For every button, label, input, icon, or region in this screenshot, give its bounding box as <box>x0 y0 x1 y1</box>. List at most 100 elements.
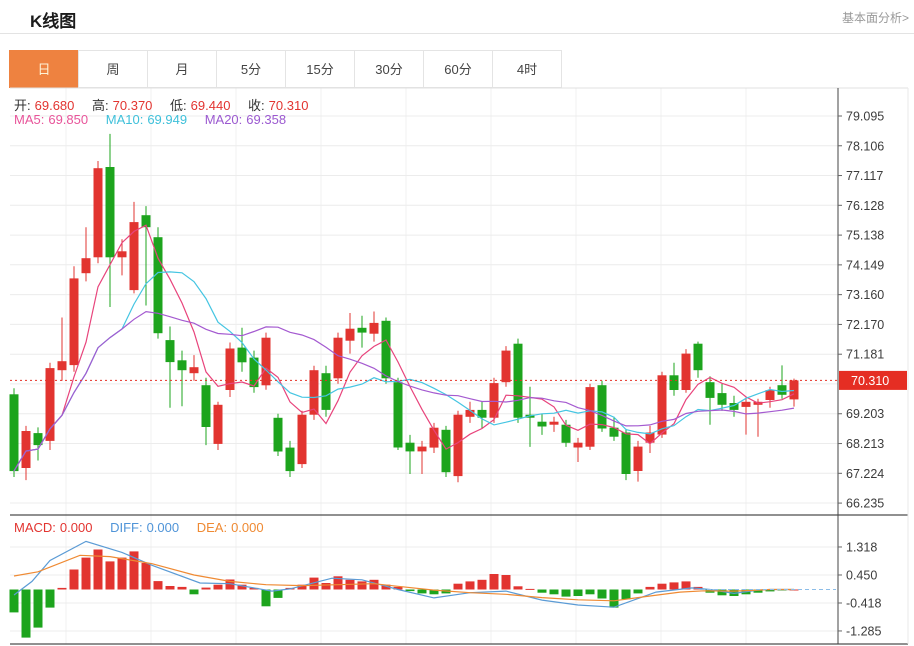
price-axis-label: 73.160 <box>846 288 884 302</box>
candle-body <box>106 167 115 257</box>
candle-body <box>742 402 751 407</box>
open-value: 69.680 <box>35 98 75 113</box>
macd-bar <box>538 590 547 593</box>
ma20-line <box>14 312 794 471</box>
ma5-value: 69.850 <box>48 112 88 127</box>
candle-body <box>538 422 547 427</box>
macd-label: MACD: <box>14 520 56 535</box>
price-axis-label: 68.213 <box>846 437 884 451</box>
price-axis-label: 71.181 <box>846 348 884 362</box>
candle-body <box>394 382 403 447</box>
candle-body <box>10 394 19 471</box>
candle-body <box>358 328 367 333</box>
candle-body <box>190 367 199 373</box>
macd-bar <box>478 580 487 590</box>
close-label: 收: <box>248 98 265 113</box>
macd-bar <box>322 583 331 590</box>
macd-bar <box>598 590 607 599</box>
candle-body <box>118 251 127 257</box>
candle-body <box>154 237 163 333</box>
price-axis-label: 74.149 <box>846 258 884 272</box>
ma5-label: MA5: <box>14 112 44 127</box>
candle-body <box>178 360 187 370</box>
ma10-value: 69.949 <box>147 112 187 127</box>
candle-body <box>82 258 91 273</box>
macd-value: 0.000 <box>60 520 93 535</box>
macd-axis-label: 1.318 <box>846 540 877 554</box>
macd-bar <box>154 581 163 589</box>
macd-axis-label: 0.450 <box>846 568 877 582</box>
candle-body <box>658 375 667 434</box>
macd-bar <box>46 590 55 608</box>
macd-bar <box>586 590 595 595</box>
last-price-badge-text: 70.310 <box>851 374 889 388</box>
ma20-value: 69.358 <box>246 112 286 127</box>
ma20-label: MA20: <box>205 112 243 127</box>
candle-body <box>502 351 511 383</box>
candle-body <box>622 433 631 475</box>
macd-bar <box>190 590 199 595</box>
candle-body <box>706 382 715 398</box>
high-value: 70.370 <box>113 98 153 113</box>
macd-bar <box>562 590 571 597</box>
ma-legend: MA5: 69.850 MA10:69.949 MA20:69.358 <box>14 112 290 127</box>
price-axis-label: 67.224 <box>846 467 884 481</box>
candle-body <box>682 354 691 390</box>
macd-bar <box>502 575 511 590</box>
price-axis-label: 79.095 <box>846 110 884 124</box>
candle-body <box>298 415 307 464</box>
dea-label: DEA: <box>197 520 227 535</box>
candle-body <box>58 361 67 370</box>
price-axis-label: 78.106 <box>846 139 884 153</box>
candle-body <box>202 385 211 427</box>
macd-bar <box>622 590 631 600</box>
macd-bar <box>178 587 187 590</box>
price-axis-label: 75.138 <box>846 229 884 243</box>
ma10-label: MA10: <box>106 112 144 127</box>
macd-bar <box>574 590 583 597</box>
candle-body <box>262 338 271 386</box>
candle-body <box>334 338 343 379</box>
candle-body <box>214 405 223 444</box>
candle-body <box>274 418 283 452</box>
candle-body <box>442 430 451 472</box>
macd-bar <box>22 590 31 638</box>
candle-body <box>286 448 295 472</box>
price-axis-label: 69.203 <box>846 407 884 421</box>
macd-bar <box>142 563 151 590</box>
price-axis-label: 66.235 <box>846 497 884 511</box>
open-label: 开: <box>14 98 31 113</box>
ma10-line <box>14 272 794 471</box>
candle-body <box>574 443 583 448</box>
macd-bar <box>106 561 115 589</box>
diff-value: 0.000 <box>147 520 180 535</box>
macd-bar <box>406 590 415 592</box>
macd-bar <box>418 590 427 594</box>
candle-body <box>790 380 799 399</box>
candle-body <box>130 222 139 290</box>
macd-legend: MACD:0.000 DIFF:0.000 DEA:0.000 <box>14 520 268 535</box>
low-value: 69.440 <box>191 98 231 113</box>
macd-axis-label: -1.285 <box>846 624 881 638</box>
macd-bar <box>670 582 679 589</box>
macd-bar <box>70 570 79 590</box>
price-axis-label: 77.117 <box>846 169 883 183</box>
candle-body <box>238 348 247 363</box>
candle-body <box>634 447 643 471</box>
candle-body <box>778 385 787 395</box>
macd-bar <box>514 586 523 589</box>
macd-bar <box>166 586 175 590</box>
macd-bar <box>454 584 463 590</box>
macd-bar <box>202 588 211 590</box>
macd-bar <box>658 584 667 590</box>
price-axis-label: 76.128 <box>846 199 884 213</box>
price-axis-label: 72.170 <box>846 318 884 332</box>
dea-value: 0.000 <box>231 520 264 535</box>
candle-body <box>454 415 463 476</box>
candle-body <box>370 323 379 334</box>
candle-body <box>550 422 559 425</box>
macd-bar <box>34 590 43 628</box>
macd-bar <box>634 590 643 594</box>
macd-bar <box>550 590 559 595</box>
candle-body <box>382 321 391 379</box>
